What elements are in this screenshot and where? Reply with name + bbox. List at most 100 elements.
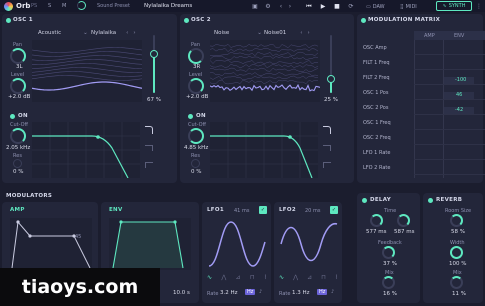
filter1-cutoff-knob[interactable]	[10, 128, 26, 144]
save-icon[interactable]: ▣	[250, 2, 260, 11]
skip-back-icon[interactable]: ⏮	[304, 2, 314, 11]
filter1-power-icon[interactable]	[10, 114, 15, 119]
sine-wave-icon[interactable]: ∿	[279, 274, 284, 282]
delay-mix-knob[interactable]	[382, 276, 395, 289]
stop-icon[interactable]: ■	[332, 2, 342, 11]
reverb-mix-knob[interactable]	[450, 276, 463, 289]
random-wave-icon[interactable]: ⌇	[335, 274, 338, 282]
delay-power-icon[interactable]	[362, 198, 367, 203]
tab-daw-label: DAW	[372, 3, 385, 10]
daw-icon: ▭	[366, 3, 371, 10]
reverb-size-knob[interactable]	[450, 214, 463, 227]
matrix-col-amp: AMP	[424, 33, 435, 39]
osc2-wave-select[interactable]: Noise ⌄	[214, 28, 262, 38]
filter1-res-knob[interactable]	[13, 159, 22, 168]
filter2-curve-display[interactable]	[210, 122, 318, 178]
square-wave-icon[interactable]: ⊓	[250, 274, 255, 282]
preset-name-display[interactable]: Nylalaika Dreams	[144, 3, 192, 9]
env-envelope-graph[interactable]	[109, 218, 191, 270]
osc2-pan-value: 3R	[193, 64, 201, 70]
matrix-cell-filt2-value: -100	[455, 77, 467, 83]
lfo2-hz-toggle[interactable]: Hz	[317, 289, 328, 295]
lfo1-wave-display[interactable]	[207, 218, 267, 270]
matrix-cell-osc1-env[interactable]: 46	[444, 92, 474, 99]
tab-midi[interactable]: ⣿ MIDI	[400, 2, 434, 11]
matrix-cell-osc2-env[interactable]: -42	[444, 107, 474, 114]
delay-time-right-knob[interactable]	[397, 214, 410, 227]
osc2-slider-thumb[interactable]	[327, 74, 335, 83]
lfo1-rate-value[interactable]: 3.2 Hz	[220, 290, 238, 296]
loop-icon[interactable]: ⟳	[346, 2, 356, 11]
osc1-preset-select[interactable]: Nylalaika ‹ ›	[91, 28, 136, 38]
filter2-res-knob[interactable]	[191, 159, 200, 168]
sine-wave-icon[interactable]: ∿	[207, 274, 212, 282]
reverb-width-knob[interactable]	[450, 246, 463, 259]
power-knob-icon[interactable]	[77, 1, 86, 10]
chevron-down-icon: ⌄	[257, 30, 262, 36]
osc2-level-knob[interactable]	[188, 78, 204, 94]
saw-wave-icon[interactable]: ⊿	[236, 274, 241, 282]
filter2-power-icon[interactable]	[188, 114, 193, 119]
mute-button[interactable]: M	[62, 3, 66, 9]
matrix-power-icon[interactable]	[361, 18, 366, 23]
filter1-highpass-icon[interactable]	[145, 162, 153, 168]
play-icon[interactable]: ▶	[318, 2, 328, 11]
settings-icon[interactable]: ⚙	[263, 2, 273, 11]
chevron-left-icon[interactable]: ‹	[126, 30, 128, 36]
lfo1-shape-selector[interactable]: ∿ ⋀ ⊿ ⊓ ⌇	[207, 274, 267, 282]
osc1-power-icon[interactable]	[6, 18, 11, 23]
osc2-power-icon[interactable]	[184, 18, 189, 23]
osc1-wavetable-display[interactable]	[32, 40, 142, 102]
filter2-cutoff-knob[interactable]	[188, 128, 204, 144]
lfo2-enable-toggle[interactable]: ✓	[330, 206, 338, 214]
triangle-wave-icon[interactable]: ⋀	[221, 274, 226, 282]
osc1-pan-knob[interactable]	[10, 48, 26, 64]
filter2-on-label[interactable]: ON	[196, 113, 206, 119]
osc1-level-knob[interactable]	[10, 78, 26, 94]
matrix-row-divider	[414, 159, 485, 160]
filter1-on-label[interactable]: ON	[18, 113, 28, 119]
chevron-right-icon[interactable]: ›	[307, 30, 309, 36]
tab-daw[interactable]: ▭ DAW	[366, 2, 400, 11]
triangle-wave-icon[interactable]: ⋀	[293, 274, 298, 282]
osc2-slider-value: 25 %	[324, 97, 338, 103]
delay-time-left-knob[interactable]	[370, 214, 383, 227]
lfo2-wave-display[interactable]	[279, 218, 339, 270]
chevron-right-icon[interactable]: ›	[285, 2, 295, 11]
lfo1-enable-toggle[interactable]: ✓	[259, 206, 267, 214]
chevron-left-icon[interactable]: ‹	[300, 30, 302, 36]
lfo2-sync-icon[interactable]: ♪	[331, 289, 334, 295]
lfo1-sync-icon[interactable]: ♪	[259, 289, 262, 295]
lfo2-shape-selector[interactable]: ∿ ⋀ ⊿ ⊓ ⌇	[279, 274, 338, 282]
osc2-title: OSC 2	[191, 17, 211, 23]
random-wave-icon[interactable]: ⌇	[264, 274, 267, 282]
amp-envelope-graph[interactable]	[10, 218, 92, 270]
matrix-row-label: OSC Amp	[363, 45, 387, 51]
env-release-value: 10.0 s	[173, 290, 190, 296]
filter1-curve-display[interactable]	[32, 122, 140, 178]
filter2-lowpass-icon[interactable]	[323, 126, 331, 134]
lfo1-hz-toggle[interactable]: Hz	[245, 289, 256, 295]
matrix-cell-filt2-env[interactable]: -100	[444, 77, 474, 84]
env-envelope-label: ENV	[109, 207, 123, 213]
menu-icon[interactable]: ⋮	[474, 2, 484, 11]
lfo2-rate-value[interactable]: 1.3 Hz	[292, 290, 310, 296]
matrix-row-divider	[414, 174, 485, 175]
osc2-pan-knob[interactable]	[188, 48, 204, 64]
matrix-cell-osc2-value: -42	[455, 107, 464, 113]
square-wave-icon[interactable]: ⊓	[321, 274, 326, 282]
lfo2-label: LFO2	[279, 207, 296, 213]
delay-feedback-knob[interactable]	[382, 246, 395, 259]
osc2-wavetable-display[interactable]	[210, 40, 320, 102]
saw-wave-icon[interactable]: ⊿	[307, 274, 312, 282]
solo-button[interactable]: S	[48, 3, 51, 9]
filter2-highpass-icon[interactable]	[323, 162, 331, 168]
tab-synth[interactable]: ∿ SYNTH	[436, 1, 472, 11]
osc2-preset-select[interactable]: Noise01 ‹ ›	[264, 28, 310, 38]
filter2-bandpass-icon[interactable]	[323, 145, 331, 151]
osc1-wave-select[interactable]: Acoustic ⌄	[38, 28, 88, 38]
filter1-bandpass-icon[interactable]	[145, 145, 153, 151]
chevron-right-icon[interactable]: ›	[133, 30, 135, 36]
reverb-power-icon[interactable]	[428, 198, 433, 203]
filter1-lowpass-icon[interactable]	[145, 126, 153, 134]
